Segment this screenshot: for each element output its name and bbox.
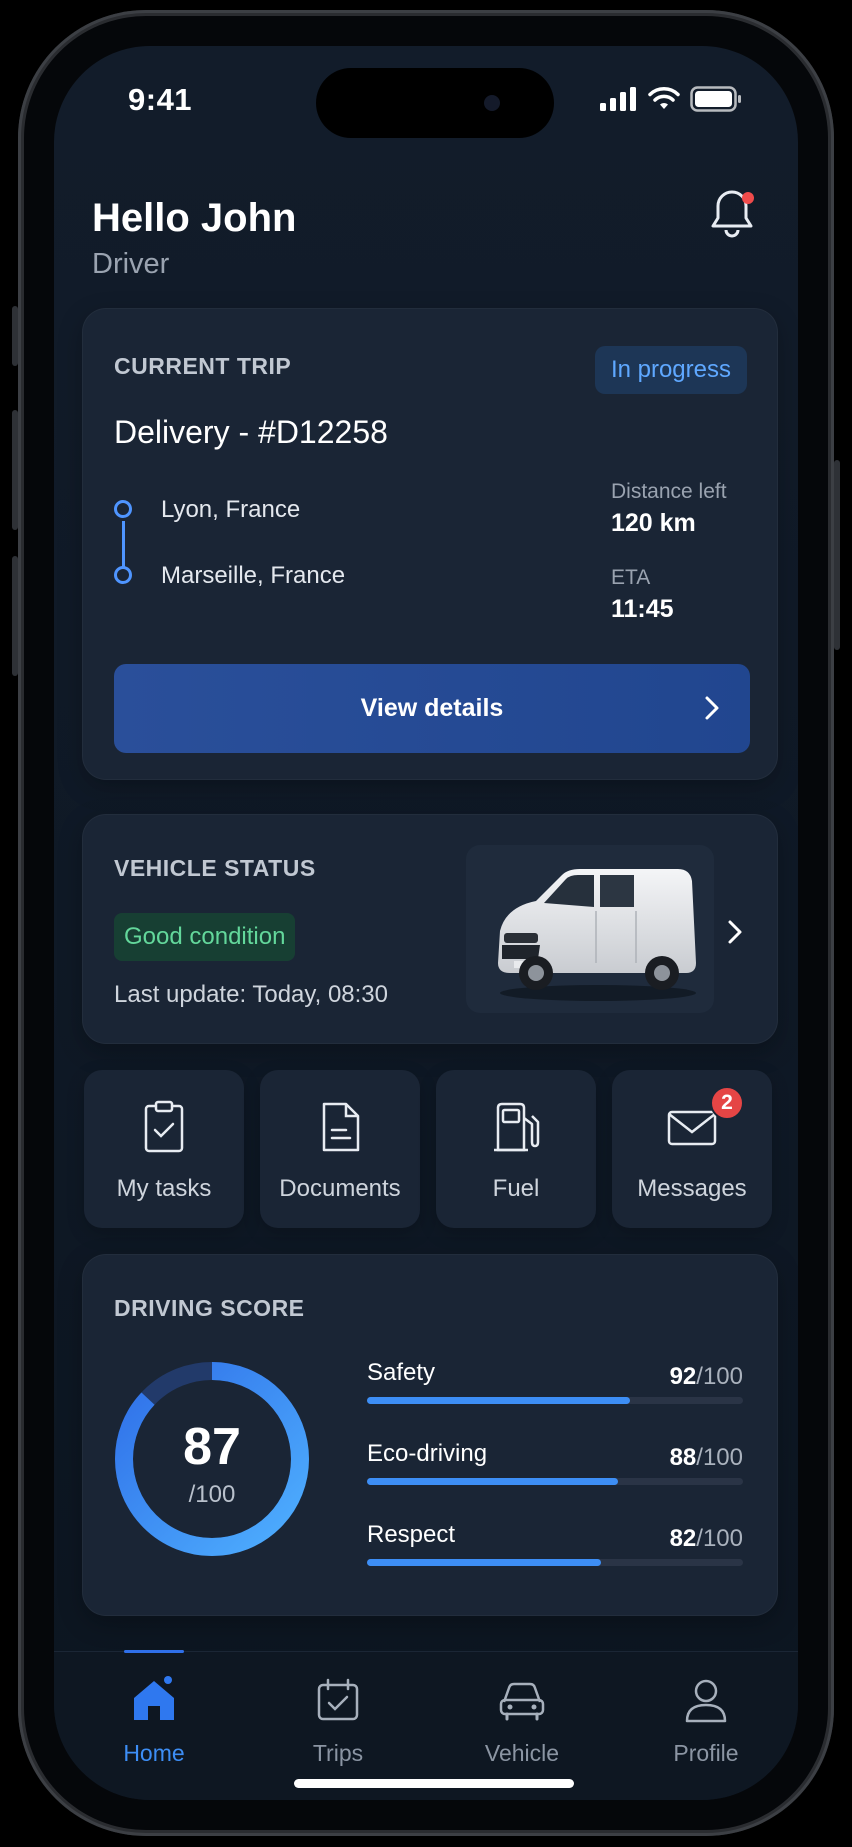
metric-name: Eco-driving	[367, 1440, 488, 1467]
metric-name: Respect	[367, 1521, 456, 1548]
car-icon	[499, 1682, 545, 1721]
metric-safety: Safety 92/100	[367, 1359, 743, 1419]
chevron-right-icon	[728, 920, 742, 944]
overall-score: 87	[183, 1418, 241, 1476]
trip-title: Delivery - #D12258	[114, 414, 388, 450]
nav-label: Vehicle	[484, 1740, 560, 1766]
tile-label: My tasks	[116, 1175, 212, 1202]
dynamic-island	[316, 68, 554, 138]
tile-label: Documents	[279, 1175, 401, 1202]
driving-score-card: DRIVING SCORE 87 /100 Safety 92/100 Eco-…	[82, 1254, 778, 1616]
my-tasks-tile[interactable]: My tasks	[84, 1070, 244, 1228]
nav-profile[interactable]: Profile	[636, 1672, 776, 1767]
trip-status-badge: In progress	[594, 346, 747, 394]
fuel-tile[interactable]: Fuel	[436, 1070, 596, 1228]
battery-icon	[690, 86, 741, 112]
destination-city: Marseille, France	[161, 562, 346, 589]
eta-value: 11:45	[611, 595, 674, 623]
calendar-check-icon	[317, 1678, 359, 1721]
eta-label: ETA	[611, 566, 651, 589]
metric-value: 82/100	[669, 1525, 743, 1552]
vehicle-section-label: VEHICLE STATUS	[114, 855, 316, 881]
current-trip-card: CURRENT TRIP In progress Delivery - #D12…	[82, 308, 778, 780]
destination-dot-icon	[114, 566, 132, 584]
route-line	[122, 521, 125, 567]
active-tab-indicator	[124, 1650, 184, 1653]
home-indicator	[294, 1779, 574, 1788]
origin-dot-icon	[114, 500, 132, 518]
tile-label: Messages	[637, 1175, 747, 1202]
chevron-right-icon	[705, 696, 719, 720]
nav-label: Trips	[312, 1740, 364, 1766]
status-icons	[600, 86, 742, 112]
vehicle-image	[466, 845, 714, 1013]
app-screen: 9:41 Hello John Driver CURRENT TRIP In p…	[54, 46, 798, 1800]
vehicle-status-card[interactable]: VEHICLE STATUS Good condition Last updat…	[82, 814, 778, 1044]
messages-count-badge: 2	[710, 1086, 744, 1120]
score-gauge: 87 /100	[112, 1359, 312, 1559]
metric-name: Safety	[367, 1359, 436, 1386]
clipboard-check-icon	[144, 1100, 184, 1153]
signal-icon	[600, 87, 636, 111]
nav-trips[interactable]: Trips	[268, 1672, 408, 1767]
metric-fill	[367, 1478, 619, 1485]
nav-label: Home	[123, 1740, 185, 1766]
nav-home[interactable]: Home	[84, 1672, 224, 1767]
score-section-label: DRIVING SCORE	[114, 1295, 305, 1321]
metric-bar	[367, 1559, 743, 1566]
wifi-icon	[648, 87, 680, 109]
user-icon	[685, 1679, 727, 1723]
distance-value: 120 km	[611, 509, 696, 537]
messages-tile[interactable]: 2 Messages	[612, 1070, 772, 1228]
vehicle-last-update: Last update: Today, 08:30	[114, 981, 388, 1008]
metric-value: 88/100	[669, 1444, 743, 1471]
nav-label: Profile	[673, 1740, 739, 1766]
tile-label: Fuel	[492, 1175, 540, 1202]
fuel-pump-icon	[494, 1102, 540, 1152]
notification-dot	[742, 192, 754, 204]
greeting-title: Hello John	[92, 196, 297, 240]
metric-eco-driving: Eco-driving 88/100	[367, 1440, 743, 1500]
phone-frame: 9:41 Hello John Driver CURRENT TRIP In p…	[12, 10, 840, 1836]
distance-label: Distance left	[611, 480, 727, 503]
metric-bar	[367, 1397, 743, 1404]
metric-fill	[367, 1397, 630, 1404]
metric-value: 92/100	[669, 1363, 743, 1390]
status-time: 9:41	[128, 82, 193, 117]
user-role: Driver	[92, 248, 170, 280]
van-illustration	[498, 869, 696, 1001]
nav-vehicle[interactable]: Vehicle	[452, 1672, 592, 1767]
overall-score-suffix: /100	[188, 1481, 236, 1508]
bottom-nav: Home Trips Vehicle Profile	[54, 1650, 798, 1800]
metric-bar	[367, 1478, 743, 1485]
home-icon	[134, 1676, 174, 1720]
trip-section-label: CURRENT TRIP	[114, 353, 292, 379]
origin-city: Lyon, France	[161, 496, 301, 523]
document-icon	[322, 1102, 360, 1152]
documents-tile[interactable]: Documents	[260, 1070, 420, 1228]
notifications-button[interactable]	[708, 186, 756, 242]
metric-fill	[367, 1559, 602, 1566]
metric-respect: Respect 82/100	[367, 1521, 743, 1581]
view-details-label: View details	[360, 694, 504, 722]
view-details-button[interactable]: View details	[114, 664, 750, 753]
vehicle-condition-badge: Good condition	[114, 913, 296, 961]
